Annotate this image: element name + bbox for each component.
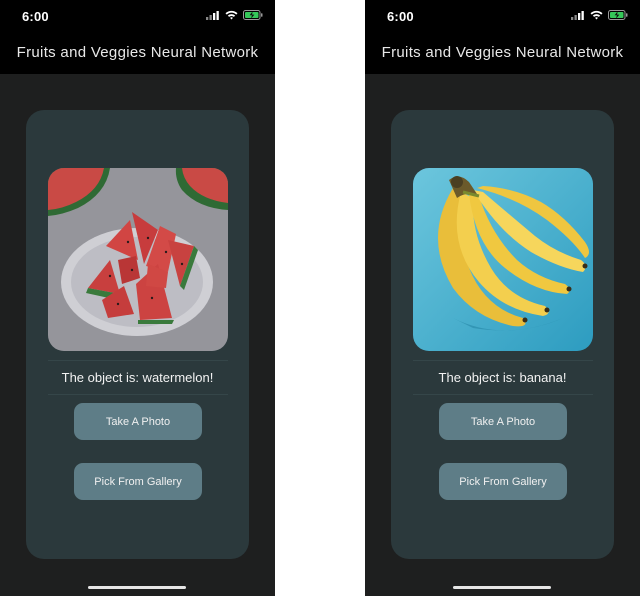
phone-screen-banana: 6:00 Fruits and Veggies Neural Network T… bbox=[365, 0, 640, 596]
result-text: The object is: watermelon! bbox=[61, 370, 214, 385]
home-indicator[interactable] bbox=[88, 586, 186, 589]
cellular-signal-icon bbox=[206, 10, 219, 20]
status-bar: 6:00 bbox=[0, 0, 275, 34]
divider bbox=[413, 394, 593, 395]
result-card: The object is: banana! Take A Photo Pick… bbox=[391, 110, 614, 559]
home-indicator[interactable] bbox=[453, 586, 551, 589]
battery-charging-icon bbox=[608, 10, 628, 20]
result-card: The object is: watermelon! Take A Photo … bbox=[26, 110, 249, 559]
take-photo-button[interactable]: Take A Photo bbox=[74, 403, 202, 440]
pick-from-gallery-button[interactable]: Pick From Gallery bbox=[74, 463, 202, 500]
take-photo-button[interactable]: Take A Photo bbox=[439, 403, 567, 440]
wifi-icon bbox=[590, 10, 603, 20]
app-bar: Fruits and Veggies Neural Network bbox=[365, 34, 640, 74]
result-text: The object is: banana! bbox=[438, 370, 567, 385]
app-bar: Fruits and Veggies Neural Network bbox=[0, 34, 275, 74]
status-icons bbox=[206, 10, 263, 20]
divider bbox=[413, 360, 593, 361]
phone-screen-watermelon: 6:00 Fruits and Veggies Neural Network T… bbox=[0, 0, 275, 596]
watermelon-photo bbox=[48, 168, 228, 351]
app-title: Fruits and Veggies Neural Network bbox=[381, 44, 624, 61]
cellular-signal-icon bbox=[571, 10, 584, 20]
divider bbox=[48, 360, 228, 361]
banana-photo bbox=[413, 168, 593, 351]
pick-from-gallery-button[interactable]: Pick From Gallery bbox=[439, 463, 567, 500]
wifi-icon bbox=[225, 10, 238, 20]
status-time: 6:00 bbox=[387, 9, 414, 24]
status-time: 6:00 bbox=[22, 9, 49, 24]
battery-charging-icon bbox=[243, 10, 263, 20]
app-title: Fruits and Veggies Neural Network bbox=[16, 44, 259, 61]
divider bbox=[48, 394, 228, 395]
status-bar: 6:00 bbox=[365, 0, 640, 34]
status-icons bbox=[571, 10, 628, 20]
